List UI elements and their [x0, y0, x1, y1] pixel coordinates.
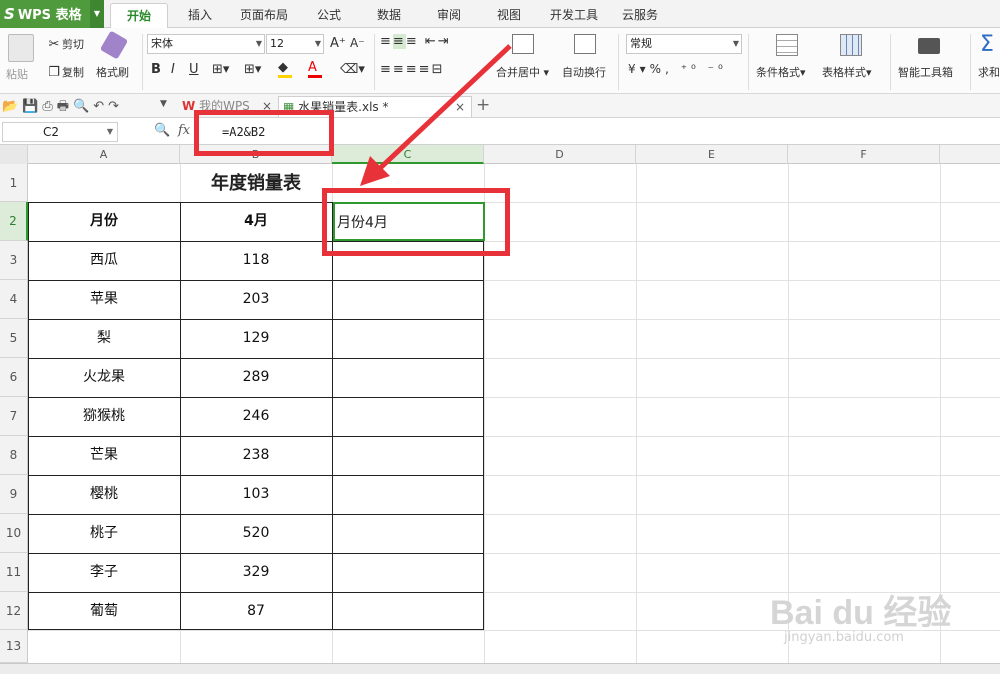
fruit-cell[interactable]: 芒果 [28, 436, 180, 475]
column-header-f[interactable]: F [788, 145, 940, 164]
toolbox-icon[interactable] [918, 38, 940, 54]
border-icon[interactable]: ⊞▾ [212, 62, 229, 77]
row-header-10[interactable]: 10 [0, 514, 28, 553]
value-cell[interactable]: 203 [180, 280, 332, 319]
fruit-cell[interactable]: 西瓜 [28, 241, 180, 280]
row-header-11[interactable]: 11 [0, 553, 28, 592]
fruit-cell[interactable]: 桃子 [28, 514, 180, 553]
paste-icon[interactable] [8, 34, 34, 62]
format-painter-button[interactable]: 格式刷 [96, 64, 129, 80]
font-name-select[interactable]: 宋体 ▼ [147, 34, 265, 54]
smart-tools-button[interactable]: 智能工具箱 [898, 64, 953, 80]
cell-highlight-box [322, 188, 510, 256]
conditional-format-icon[interactable] [776, 34, 798, 56]
value-cell[interactable]: 87 [180, 592, 332, 630]
value-cell[interactable]: 289 [180, 358, 332, 397]
table-style-icon[interactable] [840, 34, 862, 56]
fruit-cell[interactable]: 猕猴桃 [28, 397, 180, 436]
value-cell[interactable]: 118 [180, 241, 332, 280]
chevron-down-icon[interactable]: ▼ [160, 99, 167, 109]
wrap-text-button[interactable]: 自动换行 [562, 64, 606, 80]
cell-style-icon[interactable]: ⊞▾ [244, 62, 261, 77]
row-header-8[interactable]: 8 [0, 436, 28, 475]
chevron-down-icon: ▼ [314, 39, 321, 48]
tab-view[interactable]: 视图 [497, 6, 521, 23]
underline-icon[interactable]: U [189, 62, 199, 77]
row-header-6[interactable]: 6 [0, 358, 28, 397]
paste-button[interactable]: 粘贴 [6, 66, 28, 82]
header-cell-april[interactable]: 4月 [180, 202, 332, 241]
chevron-down-icon[interactable]: ▼ [107, 123, 113, 141]
italic-icon[interactable]: I [171, 62, 175, 77]
fill-color-icon[interactable]: ◆ [278, 60, 292, 78]
header-cell-month[interactable]: 月份 [28, 202, 180, 241]
formula-highlight-box [194, 110, 334, 156]
value-cell[interactable]: 103 [180, 475, 332, 514]
tab-cloud-service[interactable]: 云服务 [622, 6, 658, 23]
conditional-format-button[interactable]: 条件格式▾ [756, 64, 806, 80]
row-header-13[interactable]: 13 [0, 630, 28, 663]
value-cell[interactable]: 129 [180, 319, 332, 358]
fx-button[interactable]: fx [178, 123, 190, 138]
tab-developer[interactable]: 开发工具 [550, 6, 598, 23]
copy-icon: ❐ [48, 65, 60, 80]
font-size-select[interactable]: 12 ▼ [266, 34, 324, 54]
row-header-4[interactable]: 4 [0, 280, 28, 319]
fruit-cell[interactable]: 樱桃 [28, 475, 180, 514]
watermark-url: jingyan.baidu.com [784, 630, 904, 645]
increase-font-icon[interactable]: A⁺ [330, 36, 346, 51]
wps-logo-icon: S [4, 5, 15, 23]
fruit-cell[interactable]: 李子 [28, 553, 180, 592]
tab-page-layout[interactable]: 页面布局 [240, 6, 288, 23]
quick-access-icons[interactable]: 📂💾⎙🖶🔍↶↷ [2, 97, 123, 119]
number-style-icons[interactable]: ¥▾%‚ ⁺⁰ ⁻⁰ [628, 62, 727, 76]
value-cell[interactable]: 246 [180, 397, 332, 436]
fruit-cell[interactable]: 苹果 [28, 280, 180, 319]
tab-home[interactable]: 开始 [110, 3, 168, 29]
fruit-cell[interactable]: 火龙果 [28, 358, 180, 397]
row-header-9[interactable]: 9 [0, 475, 28, 514]
value-cell[interactable]: 238 [180, 436, 332, 475]
fruit-cell[interactable]: 葡萄 [28, 592, 180, 630]
copy-button[interactable]: ❐ 复制 [46, 64, 84, 81]
chevron-down-icon[interactable]: ▼ [90, 0, 104, 28]
tab-review[interactable]: 审阅 [437, 6, 461, 23]
row-header-3[interactable]: 3 [0, 241, 28, 280]
table-style-button[interactable]: 表格样式▾ [822, 64, 872, 80]
cut-button[interactable]: ✂ 剪切 [46, 36, 84, 53]
wrap-text-icon[interactable] [574, 34, 596, 54]
name-box[interactable]: C2 ▼ [2, 122, 118, 142]
column-header-a[interactable]: A [28, 145, 180, 164]
value-cell[interactable]: 520 [180, 514, 332, 553]
sum-icon[interactable]: Σ [980, 32, 994, 57]
scissors-icon: ✂ [48, 37, 60, 52]
grid-line [636, 164, 637, 663]
row-header-12[interactable]: 12 [0, 592, 28, 630]
annotation-arrow [360, 44, 512, 186]
row-header-7[interactable]: 7 [0, 397, 28, 436]
tab-data[interactable]: 数据 [377, 6, 401, 23]
column-header-e[interactable]: E [636, 145, 788, 164]
bold-icon[interactable]: B [151, 62, 161, 77]
table-column-border [332, 202, 333, 630]
sheet-tab-bar[interactable] [0, 663, 1000, 674]
chevron-down-icon: ▼ [732, 39, 739, 48]
row-header-2[interactable]: 2 [0, 202, 28, 241]
tab-formula[interactable]: 公式 [317, 6, 341, 23]
font-color-icon[interactable]: A [308, 60, 322, 78]
wps-app-button[interactable]: S WPS 表格 ▼ [0, 0, 104, 28]
row-header-5[interactable]: 5 [0, 319, 28, 358]
chevron-down-icon: ▼ [255, 39, 262, 48]
value-cell[interactable]: 329 [180, 553, 332, 592]
row-header-1[interactable]: 1 [0, 164, 28, 202]
tab-insert[interactable]: 插入 [188, 6, 212, 23]
select-all-corner[interactable] [0, 145, 28, 164]
baidu-watermark-logo: Bai du 经验 [770, 594, 952, 632]
zoom-icon[interactable]: 🔍 [154, 123, 170, 138]
fruit-cell[interactable]: 梨 [28, 319, 180, 358]
sum-button[interactable]: 求和 [978, 64, 1000, 80]
number-format-select[interactable]: 常规 ▼ [626, 34, 742, 54]
